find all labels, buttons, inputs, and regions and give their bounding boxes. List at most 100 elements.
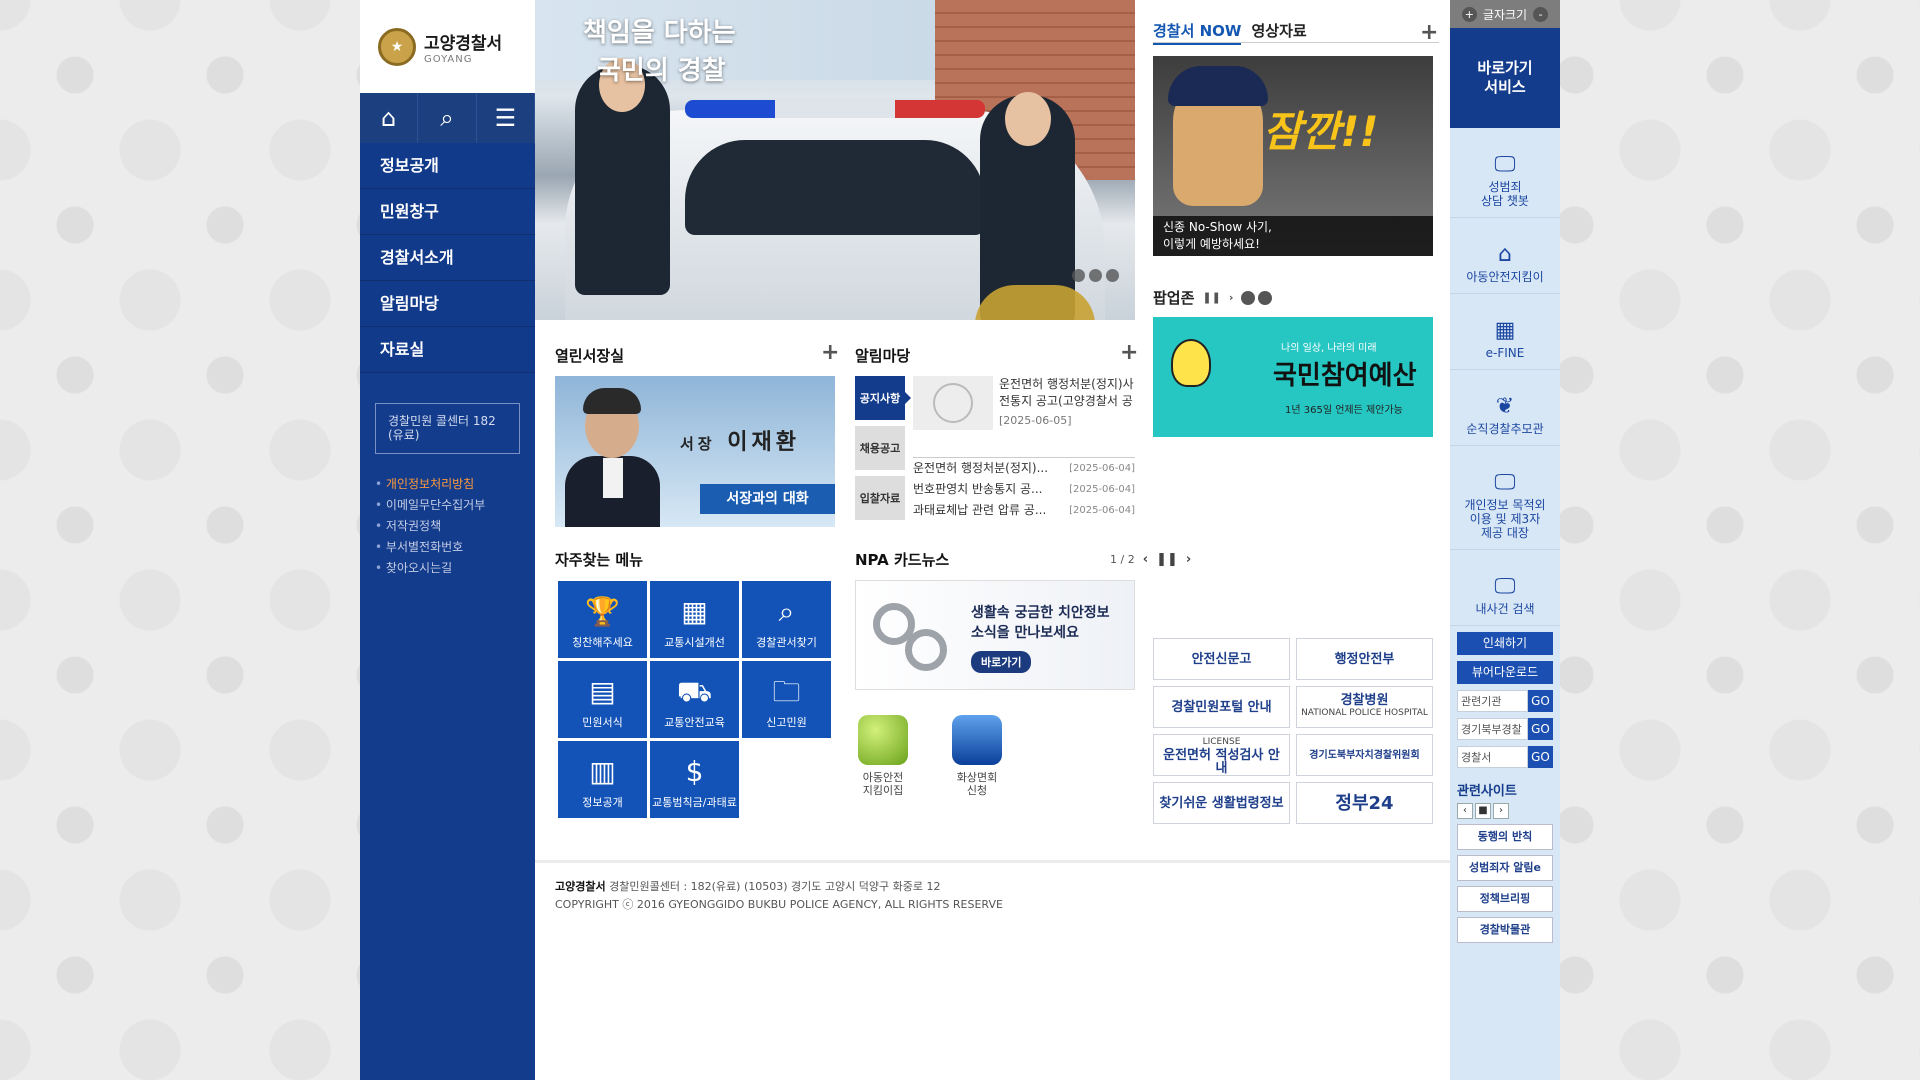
banner-gov24[interactable]: 정부24 — [1296, 782, 1433, 824]
banner-title: 안전신문고 — [1191, 651, 1252, 667]
link-copyright[interactable]: 저작권정책 — [375, 516, 535, 537]
app-label: 화상면회 — [956, 771, 998, 784]
notice-more-icon[interactable]: + — [1120, 340, 1138, 365]
popup-pager — [1241, 290, 1273, 305]
qs-label: 성범죄 — [1488, 180, 1522, 194]
banner-license-test[interactable]: LICENSE 운전면허 적성검사 안내 — [1153, 734, 1290, 776]
related-banner[interactable]: 경찰박물관 — [1457, 917, 1553, 943]
go-button[interactable]: GO — [1528, 718, 1553, 740]
search-icon[interactable]: ⌕ — [418, 93, 477, 143]
list-item[interactable]: 번호판영치 반송통지 공... [2025-06-04] — [913, 479, 1135, 500]
freq-item-fine[interactable]: $ 교통범칙금/과태료 — [650, 741, 739, 818]
chief-talk-button[interactable]: 서장과의 대화 — [700, 484, 835, 514]
qs-label: 아동안전지킴이 — [1466, 270, 1544, 284]
freq-item-report[interactable]: 🗀 신고민원 — [742, 661, 831, 738]
cardnews-go-button[interactable]: 바로가기 — [971, 651, 1032, 673]
nav-item-info[interactable]: 정보공개 — [360, 143, 535, 189]
list-item[interactable]: 운전면허 행정처분(정지)... [2025-06-04] — [913, 458, 1135, 479]
link-phone[interactable]: 부서별전화번호 — [375, 537, 535, 558]
qs-item-memorial[interactable]: ❦ 순직경찰추모관 — [1450, 370, 1560, 446]
qs-item-privacy-ledger[interactable]: 🖵 개인정보 목적외 이용 및 제3자 제공 대장 — [1450, 446, 1560, 550]
viewer-download-button[interactable]: 뷰어다운로드 — [1457, 661, 1553, 684]
select-bukbu-police[interactable]: 경기북부경찰 GO — [1457, 718, 1553, 740]
pause-icon[interactable]: ❚❚ — [1202, 291, 1220, 304]
nav-item-data[interactable]: 자료실 — [360, 327, 535, 373]
page: ★ 고양경찰서 GOYANG ⌂ ⌕ ☰ 정보공개 민원창구 경찰서소개 알림마… — [360, 0, 1560, 1080]
next-icon[interactable]: › — [1493, 803, 1509, 819]
tab-notice[interactable]: 공지사항 — [855, 376, 911, 420]
tab-recruit[interactable]: 채용공고 — [855, 426, 905, 470]
nav-item-notice[interactable]: 알림마당 — [360, 281, 535, 327]
popup-zone-title: 팝업존 ❚❚ › — [1153, 287, 1273, 308]
chief-rank: 서장 — [680, 435, 716, 453]
font-plus-icon[interactable]: + — [1461, 6, 1477, 22]
go-button[interactable]: GO — [1528, 690, 1553, 712]
banner-mois[interactable]: 행정안전부 — [1296, 638, 1433, 680]
related-banner[interactable]: 정책브리핑 — [1457, 886, 1553, 912]
child-safety-icon — [858, 715, 908, 765]
link-email[interactable]: 이메일무단수집거부 — [375, 495, 535, 516]
banner-law-info[interactable]: 찾기쉬운 생활법령정보 — [1153, 782, 1290, 824]
freq-item-info-open[interactable]: ▥ 정보공개 — [558, 741, 647, 818]
main-banner[interactable]: 책임을 다하는 국민의 경찰 — [535, 0, 1135, 320]
nav-item-intro[interactable]: 경찰서소개 — [360, 235, 535, 281]
folder-icon: 🗀 — [772, 675, 801, 708]
pause-icon[interactable]: ❚❚ — [1156, 552, 1178, 567]
pager-dot[interactable] — [1258, 290, 1273, 305]
qs-item-child-safety[interactable]: ⌂ 아동안전지킴이 — [1450, 218, 1560, 294]
select-related-org[interactable]: 관련기관 GO — [1457, 690, 1553, 712]
qs-item-case-search[interactable]: 🖵 내사건 검색 — [1450, 550, 1560, 626]
prev-icon[interactable]: ‹ — [1457, 803, 1473, 819]
pager-dot[interactable] — [1106, 269, 1119, 282]
font-minus-icon[interactable]: - — [1533, 6, 1549, 22]
stop-icon[interactable]: ■ — [1475, 803, 1491, 819]
pager-dot[interactable] — [1089, 269, 1102, 282]
freq-item-forms[interactable]: ▤ 민원서식 — [558, 661, 647, 738]
popup-banner[interactable]: 나의 일상, 나라의 미래 국민참여예산 1년 365일 언제든 제안가능 — [1153, 317, 1433, 437]
prev-icon[interactable]: ‹ — [1143, 552, 1148, 567]
print-button[interactable]: 인쇄하기 — [1457, 632, 1553, 655]
banner-autonomous-police[interactable]: 경기도북부자치경찰위원회 — [1296, 734, 1433, 776]
handcuffs-icon — [871, 593, 951, 678]
chief-more-icon[interactable]: + — [821, 340, 839, 365]
link-privacy[interactable]: 개인정보처리방침 — [375, 474, 535, 495]
notice-tabs: 공지사항 채용공고 입찰자료 — [855, 376, 911, 526]
cardnews-banner[interactable]: 생활속 궁금한 치안정보 소식을 만나보세요 바로가기 — [855, 580, 1135, 690]
sprout-icon: ❦ — [1495, 394, 1515, 419]
police-emblem-icon: ★ — [378, 27, 416, 66]
link-directions[interactable]: 찾아오시는길 — [375, 558, 535, 579]
pager-dot[interactable] — [1241, 290, 1256, 305]
logo[interactable]: ★ 고양경찰서 GOYANG — [360, 0, 535, 93]
next-icon[interactable]: › — [1186, 552, 1191, 567]
related-banner[interactable]: 성범죄자 알림e — [1457, 855, 1553, 881]
pager-dot[interactable] — [1072, 269, 1085, 282]
banner-civil-portal[interactable]: 경찰민원포털 안내 — [1153, 686, 1290, 728]
sidebar-links: 개인정보처리방침 이메일무단수집거부 저작권정책 부서별전화번호 찾아오시는길 — [375, 474, 535, 579]
tab-bid[interactable]: 입찰자료 — [855, 476, 905, 520]
next-icon[interactable]: › — [1229, 291, 1234, 304]
list-item-title: 운전면허 행정처분(정지)... — [913, 461, 1049, 475]
freq-item-traffic-edu[interactable]: ⛟ 교통안전교육 — [650, 661, 739, 738]
list-item-date: [2025-06-04] — [1069, 463, 1135, 474]
banner-safety-report[interactable]: 안전신문고 — [1153, 638, 1290, 680]
notice-feature[interactable]: 운전면허 행정처분(정지)사전통지 공고(고양경찰서 공 [2025-06-05… — [913, 376, 1135, 430]
freq-grid: 🏆 칭찬해주세요 ▦ 교통시설개선 ⌕ 경찰관서찾기 ▤ 민원서식 ⛟ 교통안전교육 🗀 신… — [558, 581, 831, 818]
partner-banners: 안전신문고 행정안전부 경찰민원포털 안내 경찰병원 NATIONAL POLIC… — [1153, 638, 1433, 824]
freq-item-find-station[interactable]: ⌕ 경찰관서찾기 — [742, 581, 831, 658]
select-station[interactable]: 경찰서 GO — [1457, 746, 1553, 768]
now-feature[interactable]: 잠깐!! 신종 No-Show 사기, 이렇게 예방하세요! — [1153, 56, 1433, 256]
menu-icon[interactable]: ☰ — [477, 93, 535, 143]
app-video-visit[interactable]: 화상면회 신청 — [949, 715, 1005, 797]
list-item[interactable]: 과태료체납 관련 압류 공... [2025-06-04] — [913, 500, 1135, 521]
go-button[interactable]: GO — [1528, 746, 1553, 768]
freq-item-traffic-facility[interactable]: ▦ 교통시설개선 — [650, 581, 739, 658]
qs-item-efine[interactable]: ▦ e-FINE — [1450, 294, 1560, 370]
chief-banner[interactable]: 서장 이재환 서장과의 대화 — [555, 376, 835, 527]
app-child-safety[interactable]: 아동안전 지킴이집 — [855, 715, 911, 797]
home-icon[interactable]: ⌂ — [360, 93, 419, 143]
qs-item-sexcrime-chat[interactable]: 🖵 성범죄 상담 챗봇 — [1450, 128, 1560, 218]
related-banner[interactable]: 동행의 반칙 — [1457, 824, 1553, 850]
freq-item-praise[interactable]: 🏆 칭찬해주세요 — [558, 581, 647, 658]
nav-item-civil[interactable]: 민원창구 — [360, 189, 535, 235]
banner-police-hospital[interactable]: 경찰병원 NATIONAL POLICE HOSPITAL — [1296, 686, 1433, 728]
